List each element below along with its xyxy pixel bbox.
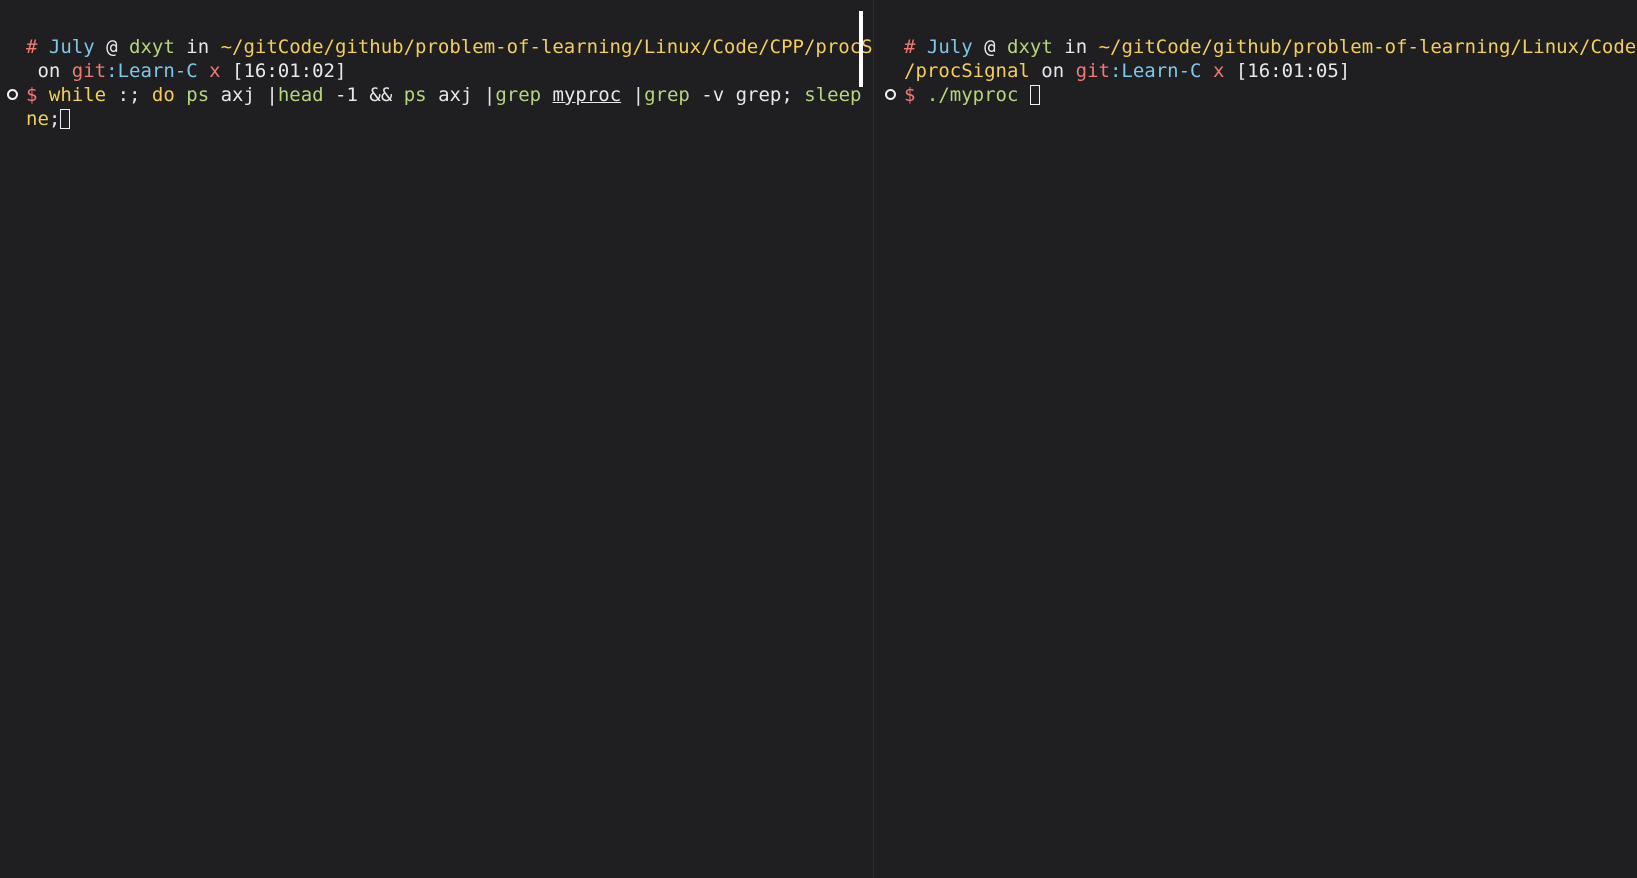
prompt-status-circle-icon [7,89,18,100]
prompt-colon: : [106,60,118,82]
active-pane-indicator [859,11,863,87]
text-cursor [1029,85,1040,105]
prompt-git: git [1075,60,1110,82]
prompt-time: [16:01:02] [232,60,347,82]
prompt-path: ~/gitCode/github/problem-of-learning/Lin… [1098,36,1637,58]
cmd-myproc: myproc [552,84,622,106]
cmd-done-end: ne [26,108,49,130]
cmd-ps: ps [186,84,210,106]
prompt-hash: # [904,36,916,58]
prompt-branch: Learn-C [117,60,198,82]
prompt-time: [16:01:05] [1235,60,1351,82]
cmd-myproc: ./myproc [926,84,1019,106]
cmd-head: head [277,84,324,106]
cmd-pipe: | [632,84,645,106]
prompt-user: July [48,36,95,58]
prompt-line-1: # July @ dxyt in ~/gitCode/github/proble… [904,35,1637,59]
cmd-pipe: | [266,84,278,106]
prompt-line-1: # July @ dxyt in ~/gitCode/github/proble… [26,35,930,59]
cmd-grep: grep [644,84,690,106]
cmd-semicolon: ; [48,108,61,130]
prompt-at: @ [106,36,118,58]
cmd-and: && [369,84,393,106]
terminal-pane-right[interactable]: # July @ dxyt in ~/gitCode/github/proble… [874,0,1637,878]
cmd-head-arg: -1 [335,84,358,106]
prompt-line-2: on git:Learn-C x [16:01:02] [26,59,346,83]
cmd-ps: ps [403,84,427,106]
command-line-1[interactable]: $ while :; do ps axj |head -1 && ps axj … [26,83,930,107]
prompt-path: ~/gitCode/github/problem-of-learning/Lin… [220,36,930,58]
cmd-sleep: sleep [804,84,862,106]
cmd-grep-args: -v grep; [701,84,793,106]
text-cursor [60,109,71,129]
prompt-hash: # [26,36,38,58]
terminal-pane-left[interactable]: # July @ dxyt in ~/gitCode/github/proble… [0,0,930,878]
cmd-do: do [151,84,175,106]
prompt-host: dxyt [129,36,175,58]
cmd-colon: :; [117,84,141,106]
prompt-user: July [926,36,973,58]
cmd-axj: axj [438,84,473,106]
prompt-dollar: $ [904,84,916,106]
prompt-dollar: $ [26,84,38,106]
cmd-while: while [48,84,107,106]
prompt-colon: : [1109,60,1122,82]
prompt-on: on [37,60,61,82]
prompt-status-circle-icon [885,89,896,100]
cmd-grep: grep [495,84,542,106]
cmd-pipe: | [483,84,496,106]
cmd-axj: axj [220,84,255,106]
command-line-2[interactable]: ne; [26,107,71,131]
prompt-host: dxyt [1007,36,1053,58]
prompt-at: @ [984,36,996,58]
prompt-dirty: x [209,60,221,82]
prompt-on: on [1041,60,1065,82]
prompt-path-cont: /procSignal [904,60,1030,82]
command-line-1[interactable]: $ ./myproc [904,83,1040,107]
prompt-branch: Learn-C [1121,60,1202,82]
prompt-in: in [1064,36,1088,58]
prompt-dirty: x [1212,60,1225,82]
prompt-in: in [186,36,210,58]
prompt-git: git [71,60,107,82]
prompt-line-2: /procSignal on git:Learn-C x [16:01:05] [904,59,1350,83]
